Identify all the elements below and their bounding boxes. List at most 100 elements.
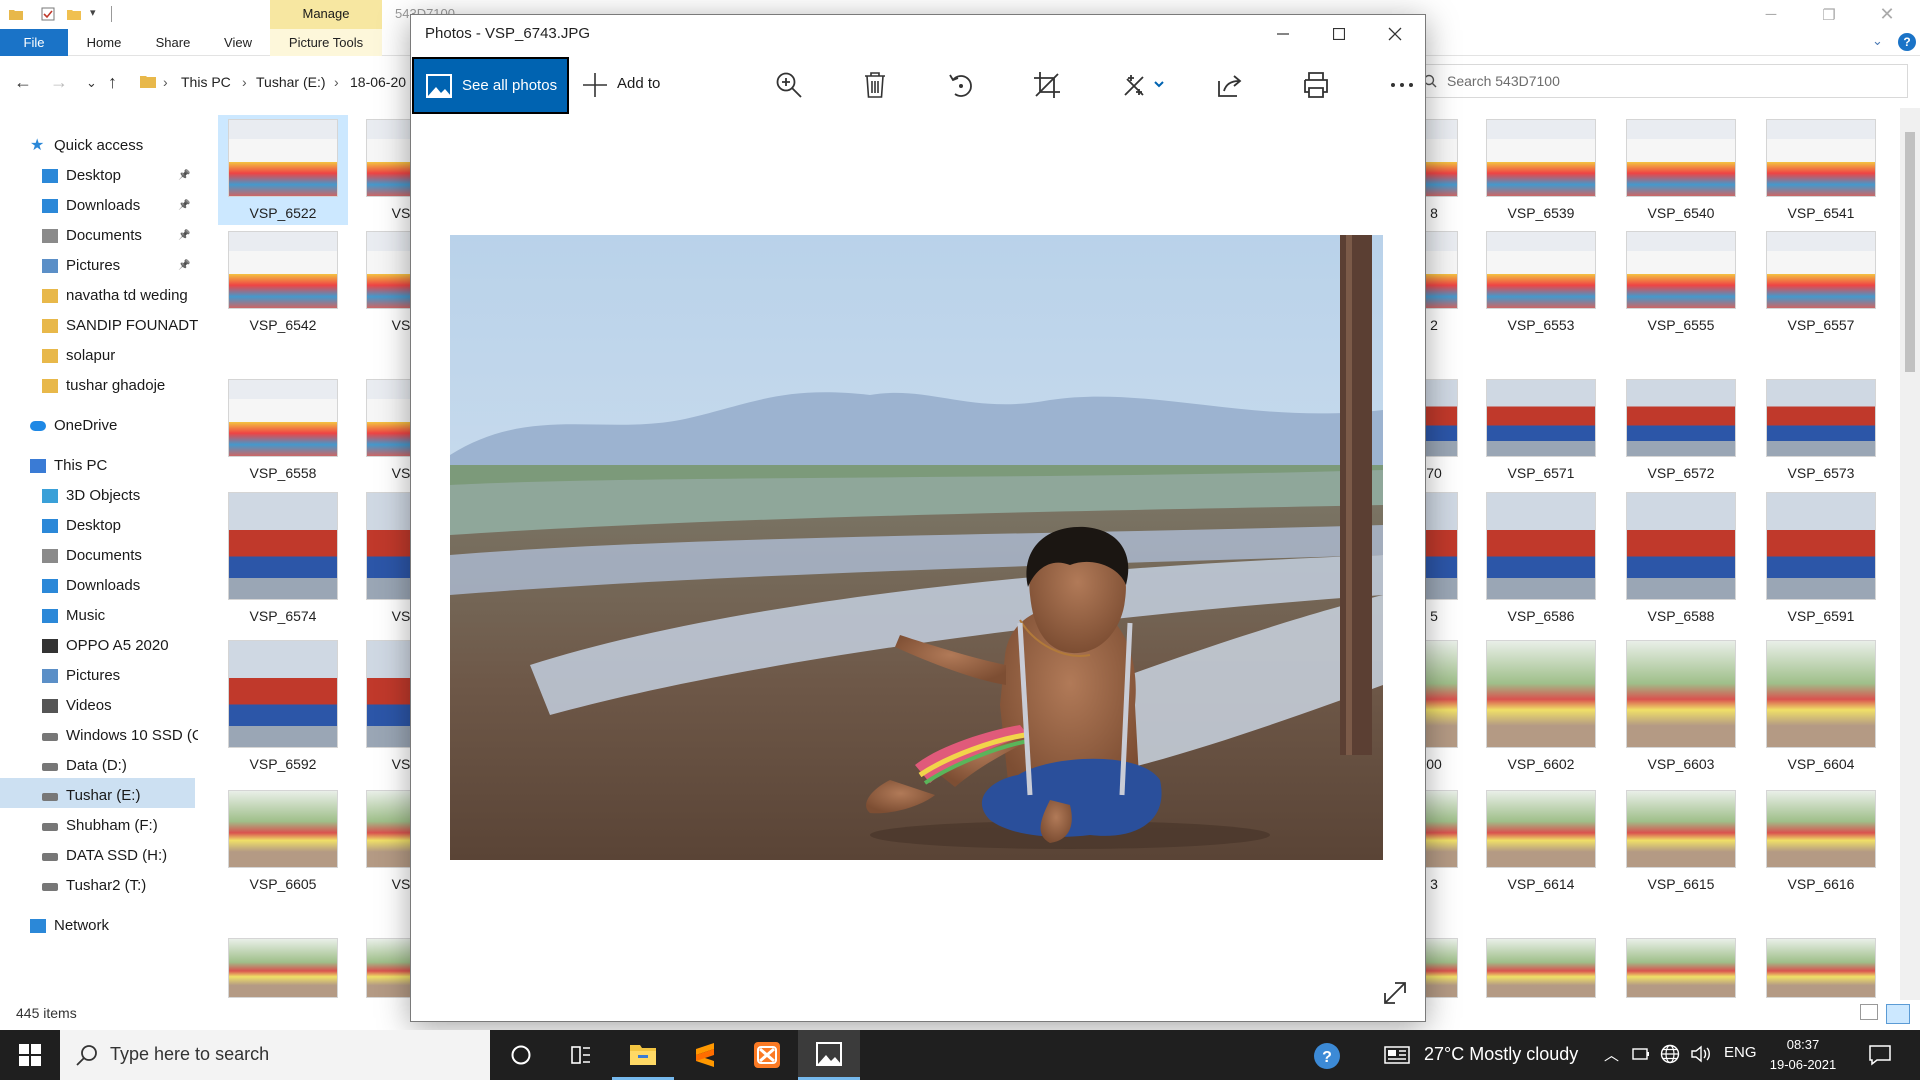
nav-item-quick[interactable]: solapur [42,341,198,371]
breadcrumb-this-pc[interactable]: This PC [181,74,231,90]
explorer-restore-button[interactable]: ❐ [1806,0,1852,29]
more-options-button[interactable] [1387,70,1417,100]
weather-text[interactable]: 27°C Mostly cloudy [1424,1044,1578,1065]
nav-item-pc[interactable]: Desktop [42,511,198,541]
thumbnail-tile[interactable]: VSP_6571 [1476,375,1606,485]
thumbnail-tile-partial[interactable]: 5 [1426,488,1458,628]
print-button[interactable] [1301,70,1331,100]
thumbnail-tile[interactable]: VSP_6588 [1616,488,1746,628]
nav-item-pc[interactable]: Tushar2 (T:) [42,871,198,901]
thumbnail-tile[interactable]: VSP_6604 [1756,636,1886,776]
thumbnail-tile-partial[interactable]: 8 [1426,115,1458,225]
explorer-close-button[interactable]: ✕ [1864,0,1910,29]
nav-item-pc[interactable]: Videos [42,691,198,721]
thumbnail-tile[interactable]: VSP_6541 [1756,115,1886,225]
thumbnail-tile[interactable]: VSP_6615 [1616,786,1746,896]
thumbnail-tile-partial[interactable]: VS [352,115,410,225]
thumbnail-tile[interactable] [1476,934,1606,1026]
new-folder-icon[interactable] [66,6,82,22]
share-button[interactable] [1215,70,1245,100]
breadcrumb-folder[interactable]: 18-06-20 [350,74,406,90]
manage-context-tab[interactable]: Manage [270,0,382,29]
thumbnail-tile[interactable]: VSP_6542 [218,227,348,337]
edit-create-button[interactable] [1121,70,1169,100]
nav-item-pc[interactable]: Pictures [42,661,198,691]
thumbnail-tile-partial[interactable]: 00 [1426,636,1458,776]
scrollbar-thumb[interactable] [1905,132,1915,372]
thumbnail-tile[interactable]: VSP_6586 [1476,488,1606,628]
thumbnail-tile[interactable]: VSP_6572 [1616,375,1746,485]
see-all-photos-button[interactable]: See all photos [412,57,569,114]
thumbnail-tile[interactable]: VSP_6539 [1476,115,1606,225]
thumbnail-tile[interactable]: VSP_6574 [218,488,348,628]
nav-item-pc[interactable]: OPPO A5 2020 [42,631,198,661]
nav-item-pc[interactable]: Downloads [42,571,198,601]
thumbnail-tile-partial[interactable]: 70 [1426,375,1458,485]
start-button[interactable] [0,1030,60,1080]
taskbar-search-box[interactable]: Type here to search [60,1030,490,1080]
thumbnail-tile[interactable]: VSP_6540 [1616,115,1746,225]
nav-item-quick[interactable]: Desktop 📌 [42,161,198,191]
nav-item-quick[interactable]: Pictures 📌 [42,251,198,281]
ribbon-expand-icon[interactable]: ⌄ [1872,33,1883,49]
taskbar-xampp[interactable] [736,1030,798,1080]
thumbnail-tile-partial[interactable]: 2 [1426,227,1458,337]
taskbar-photos[interactable] [798,1030,860,1080]
photos-close-button[interactable] [1367,15,1423,53]
thumbnail-tile[interactable]: VSP_6555 [1616,227,1746,337]
main-photo[interactable] [450,235,1383,860]
thumbnail-tile-partial[interactable]: VS [352,786,410,896]
zoom-button[interactable] [774,70,804,100]
nav-item-quick[interactable]: Documents 📌 [42,221,198,251]
thumbnail-tile[interactable]: VSP_6592 [218,636,348,776]
show-hidden-icons-icon[interactable]: ︿ [1604,1044,1619,1065]
back-icon[interactable]: ← [14,72,32,93]
nav-item-pc[interactable]: Shubham (F:) [42,811,198,841]
thumbnail-tile[interactable]: VSP_6614 [1476,786,1606,896]
up-icon[interactable]: ↑ [108,72,117,93]
thumbnail-tile[interactable]: VSP_6605 [218,786,348,896]
system-clock[interactable]: 08:37 19-06-2021 [1762,1035,1844,1075]
delete-button[interactable] [860,70,890,100]
tab-home[interactable]: Home [80,29,128,56]
action-center-icon[interactable] [1868,1044,1892,1066]
thumbnail-tile-partial[interactable]: VS [352,488,410,628]
nav-item-quick[interactable]: navatha td weding [42,281,198,311]
explorer-minimize-button[interactable]: ─ [1748,0,1794,29]
explorer-search-box[interactable]: Search 543D7100 [1412,64,1908,98]
details-view-icon[interactable] [1860,1004,1878,1020]
nav-item-pc[interactable]: Documents [42,541,198,571]
thumbnail-tile-partial[interactable] [352,934,410,1026]
folder-icon[interactable] [8,6,24,22]
network-globe-icon[interactable] [1660,1044,1680,1064]
tab-file[interactable]: File [0,29,68,56]
nav-item-pc[interactable]: Tushar (E:) [42,781,198,811]
thumbnail-tile-partial[interactable]: VS [352,375,410,485]
help-tips-icon[interactable]: ? [1313,1042,1341,1070]
thumbnail-tile[interactable]: VSP_6591 [1756,488,1886,628]
customize-qat-icon[interactable]: ▾ [90,6,106,22]
thumbnail-tile[interactable]: VSP_6553 [1476,227,1606,337]
nav-item-pc[interactable]: Music [42,601,198,631]
photos-minimize-button[interactable] [1255,15,1311,53]
volume-icon[interactable] [1690,1045,1712,1063]
battery-icon[interactable] [1632,1047,1650,1061]
task-view-button[interactable] [550,1030,612,1080]
taskbar-file-explorer[interactable] [612,1030,674,1080]
nav-item-pc[interactable]: DATA SSD (H:) [42,841,198,871]
thumbnail-tile[interactable]: VSP_6616 [1756,786,1886,896]
thumbnail-tile[interactable]: VSP_6603 [1616,636,1746,776]
input-language[interactable]: ENG [1724,1044,1757,1061]
nav-this-pc[interactable]: This PC [30,451,198,481]
thumbnail-tile-partial[interactable]: VS [352,636,410,776]
thumbnail-tile-partial[interactable] [1426,934,1458,1026]
nav-onedrive[interactable]: OneDrive [30,411,198,441]
thumbnail-tile[interactable] [218,934,348,1026]
nav-item-quick[interactable]: Downloads 📌 [42,191,198,221]
nav-item-pc[interactable]: Data (D:) [42,751,198,781]
photos-maximize-button[interactable] [1311,15,1367,53]
nav-item-quick[interactable]: tushar ghadoje [42,371,198,401]
recent-locations-icon[interactable]: ⌄ [86,75,97,91]
tab-view[interactable]: View [216,29,260,56]
tab-share[interactable]: Share [148,29,198,56]
